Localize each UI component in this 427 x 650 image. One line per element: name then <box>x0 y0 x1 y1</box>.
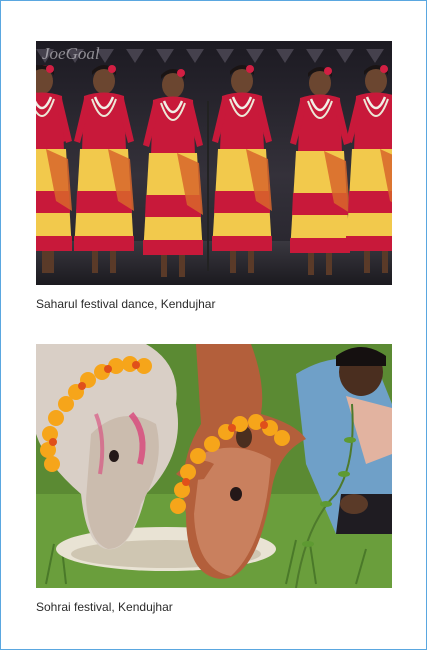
figure-saharul-dance: JoeGoal Saharul festival dance, Kendujha… <box>36 41 392 312</box>
photo-saharul-dance[interactable]: JoeGoal <box>36 41 392 285</box>
photo-sohrai-festival[interactable] <box>36 344 392 588</box>
watermark-text: JoeGoal <box>42 44 100 63</box>
caption-saharul-dance: Saharul festival dance, Kendujhar <box>36 297 216 311</box>
figure-sohrai-festival: Sohrai festival, Kendujhar <box>36 344 392 615</box>
cattle-photo-illustration <box>36 344 392 588</box>
caption-sohrai-festival: Sohrai festival, Kendujhar <box>36 600 173 614</box>
page-frame: JoeGoal Saharul festival dance, Kendujha… <box>0 0 427 650</box>
dance-photo-illustration: JoeGoal <box>36 41 392 285</box>
